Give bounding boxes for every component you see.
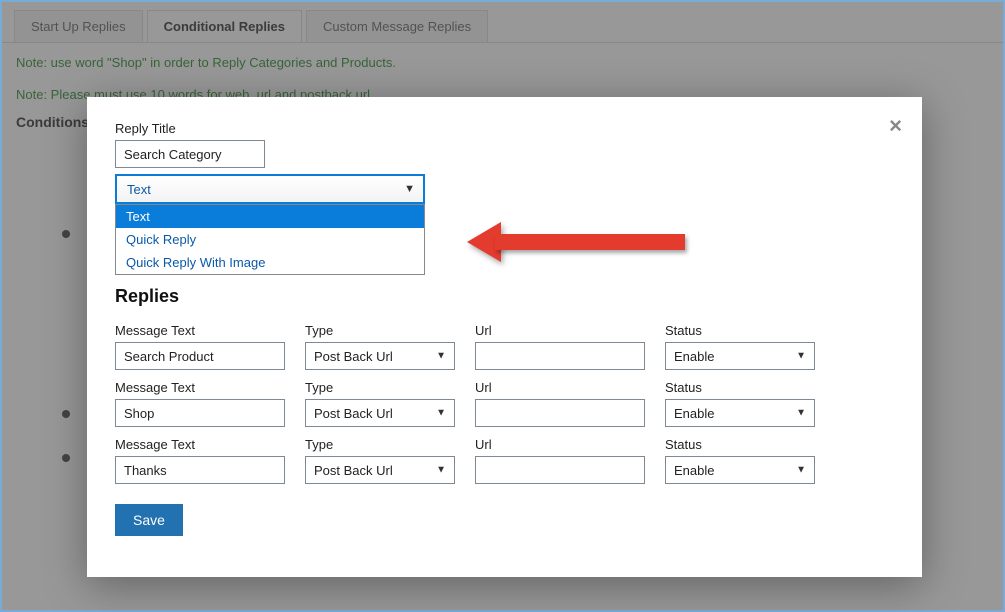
chevron-down-icon: ▼ (796, 351, 806, 362)
message-text-input[interactable] (115, 342, 285, 370)
chevron-down-icon: ▼ (796, 408, 806, 419)
message-text-label: Message Text (115, 323, 285, 338)
type-select[interactable]: Post Back Url ▼ (305, 342, 455, 370)
reply-type-option-quick-reply[interactable]: Quick Reply (116, 228, 424, 251)
reply-title-label: Reply Title (115, 121, 894, 136)
reply-modal: × Reply Title Text ▼ Text Quick Reply Qu… (87, 97, 922, 577)
type-label: Type (305, 437, 455, 452)
type-select[interactable]: Post Back Url ▼ (305, 399, 455, 427)
status-select[interactable]: Enable ▼ (665, 342, 815, 370)
reply-title-input[interactable] (115, 140, 265, 168)
status-label: Status (665, 323, 815, 338)
url-input[interactable] (475, 456, 645, 484)
replies-heading: Replies (115, 286, 894, 307)
chevron-down-icon: ▼ (436, 465, 446, 476)
reply-row: Message Text Type Post Back Url ▼ Url St… (115, 380, 894, 427)
url-label: Url (475, 437, 645, 452)
save-button[interactable]: Save (115, 504, 183, 536)
status-select[interactable]: Enable ▼ (665, 456, 815, 484)
reply-type-select[interactable]: Text ▼ (115, 174, 425, 204)
type-select[interactable]: Post Back Url ▼ (305, 456, 455, 484)
status-select-value: Enable (674, 349, 714, 364)
status-select-value: Enable (674, 406, 714, 421)
url-input[interactable] (475, 342, 645, 370)
message-text-label: Message Text (115, 380, 285, 395)
chevron-down-icon: ▼ (436, 351, 446, 362)
status-select-value: Enable (674, 463, 714, 478)
chevron-down-icon: ▼ (436, 408, 446, 419)
reply-type-option-text[interactable]: Text (116, 205, 424, 228)
message-text-input[interactable] (115, 399, 285, 427)
reply-type-option-quick-reply-image[interactable]: Quick Reply With Image (116, 251, 424, 274)
url-label: Url (475, 323, 645, 338)
status-label: Status (665, 437, 815, 452)
type-select-value: Post Back Url (314, 463, 393, 478)
url-input[interactable] (475, 399, 645, 427)
chevron-down-icon: ▼ (796, 465, 806, 476)
reply-row: Message Text Type Post Back Url ▼ Url St… (115, 323, 894, 370)
url-label: Url (475, 380, 645, 395)
status-select[interactable]: Enable ▼ (665, 399, 815, 427)
status-label: Status (665, 380, 815, 395)
message-text-input[interactable] (115, 456, 285, 484)
type-label: Type (305, 380, 455, 395)
reply-type-dropdown: Text Quick Reply Quick Reply With Image (115, 204, 425, 275)
type-label: Type (305, 323, 455, 338)
close-icon[interactable]: × (889, 113, 902, 139)
type-select-value: Post Back Url (314, 406, 393, 421)
reply-type-selected-label: Text (127, 182, 151, 197)
chevron-down-icon: ▼ (404, 183, 415, 195)
reply-row: Message Text Type Post Back Url ▼ Url St… (115, 437, 894, 484)
message-text-label: Message Text (115, 437, 285, 452)
type-select-value: Post Back Url (314, 349, 393, 364)
